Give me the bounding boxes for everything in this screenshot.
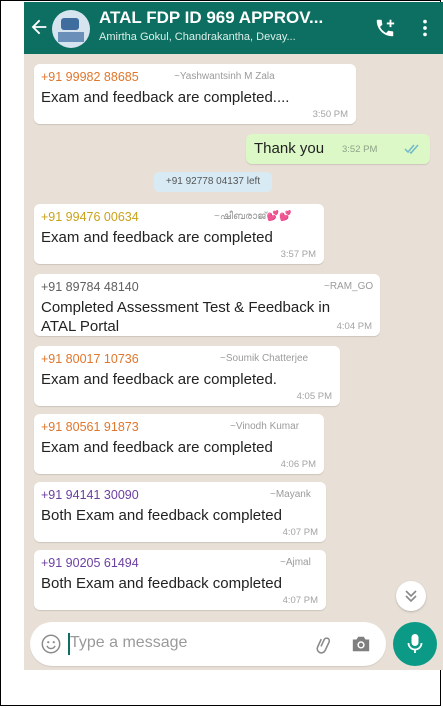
mic-icon	[407, 634, 423, 653]
message-time: 3:52 PM	[342, 144, 378, 155]
message-time: 3:50 PM	[312, 109, 348, 120]
message-text: Both Exam and feedback completed	[41, 575, 282, 592]
sender-phone[interactable]: +91 80017 10736	[41, 352, 139, 366]
chat-participants[interactable]: Amirtha Gokul, Chandrakantha, Devay...	[99, 31, 296, 43]
message-time: 4:07 PM	[282, 527, 318, 538]
sender-nickname: ~Soumik Chatterjee	[220, 353, 309, 364]
sender-phone[interactable]: +91 99982 88685	[41, 70, 139, 84]
message-text: Thank you	[254, 140, 325, 157]
sender-nickname: ~Mayank	[270, 489, 311, 500]
chevron-double-down-icon	[405, 590, 417, 603]
sender-nickname: ~RAM_GO	[324, 281, 374, 292]
outgoing-message-bubble[interactable]: Thank you 3:52 PM	[246, 134, 430, 164]
message-list[interactable]: +91 99982 88685 ~Yashwantsinh M Zala Exa…	[24, 54, 443, 614]
whatsapp-screen: ATAL FDP ID 969 APPROV... Amirtha Gokul,…	[24, 2, 443, 670]
message-time: 4:05 PM	[296, 391, 332, 402]
message-input[interactable]: Type a message	[70, 634, 187, 652]
sender-nickname: ~Ajmal	[280, 557, 311, 568]
message-text: Both Exam and feedback completed	[41, 507, 282, 524]
message-time: 3:57 PM	[280, 249, 316, 260]
sender-phone[interactable]: +91 80561 91873	[41, 420, 139, 434]
scroll-to-bottom-button[interactable]	[396, 581, 426, 611]
system-notice: +91 92778 04137 left	[154, 172, 272, 192]
double-check-icon	[404, 144, 419, 155]
sender-nickname: ~Vinodh Kumar	[230, 421, 300, 432]
message-text: Completed Assessment Test & Feedback in …	[41, 299, 331, 335]
more-vert-icon[interactable]	[414, 17, 436, 39]
sender-nickname: ~Yashwantsinh M Zala	[174, 71, 275, 82]
message-bubble[interactable]: +91 90205 61494 ~Ajmal Both Exam and fee…	[34, 550, 326, 610]
message-text: Exam and feedback are completed.	[41, 371, 277, 388]
arrow-left-icon[interactable]	[28, 16, 50, 38]
message-text: Exam and feedback are completed	[41, 229, 273, 246]
chat-title[interactable]: ATAL FDP ID 969 APPROV...	[99, 8, 323, 28]
camera-icon[interactable]	[350, 634, 372, 654]
message-text: Exam and feedback are completed	[41, 439, 273, 456]
message-bubble[interactable]: +91 94141 30090 ~Mayank Both Exam and fe…	[34, 482, 326, 542]
sender-phone[interactable]: +91 94141 30090	[41, 488, 139, 502]
chat-header: ATAL FDP ID 969 APPROV... Amirtha Gokul,…	[24, 2, 443, 54]
message-time: 4:06 PM	[280, 459, 316, 470]
voice-record-button[interactable]	[393, 622, 437, 666]
message-bubble[interactable]: +91 89784 48140 ~RAM_GO Completed Assess…	[34, 274, 380, 336]
message-composer[interactable]: Type a message	[30, 622, 386, 666]
message-bubble[interactable]: +91 99476 00634 ~ഷീബരാജ്💕💕 Exam and feed…	[34, 204, 324, 264]
sender-phone[interactable]: +91 99476 00634	[41, 210, 139, 224]
message-bubble[interactable]: +91 99982 88685 ~Yashwantsinh M Zala Exa…	[34, 64, 356, 124]
message-time: 4:04 PM	[336, 321, 372, 332]
message-bubble[interactable]: +91 80561 91873 ~Vinodh Kumar Exam and f…	[34, 414, 324, 474]
message-bubble[interactable]: +91 80017 10736 ~Soumik Chatterjee Exam …	[34, 346, 340, 406]
message-time: 4:07 PM	[282, 595, 318, 606]
sender-phone[interactable]: +91 90205 61494	[41, 556, 139, 570]
group-avatar[interactable]	[52, 10, 90, 48]
message-text: Exam and feedback are completed....	[41, 89, 290, 106]
sender-phone[interactable]: +91 89784 48140	[41, 280, 139, 294]
paperclip-icon[interactable]	[314, 633, 336, 655]
emoji-icon[interactable]	[40, 633, 62, 655]
add-call-icon[interactable]	[374, 17, 396, 39]
sender-nickname: ~ഷീബരാജ്💕💕	[214, 211, 292, 222]
